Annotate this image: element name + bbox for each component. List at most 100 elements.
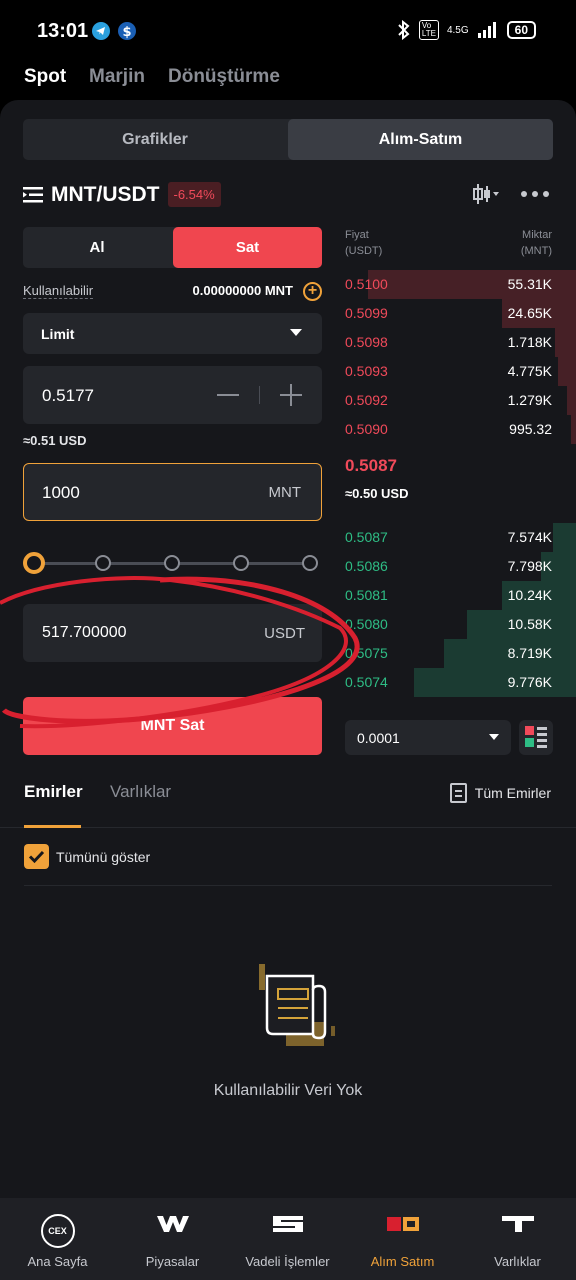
status-time: 13:01 (37, 20, 89, 42)
tab-charts[interactable]: Grafikler (23, 119, 287, 160)
bid-row[interactable]: 0.5087 7.574K (345, 523, 576, 552)
empty-document-icon (259, 964, 335, 1046)
show-all-row[interactable]: Tümünü göster (24, 844, 552, 886)
order-type-select[interactable]: Limit (23, 313, 322, 354)
bluetooth-icon (398, 20, 410, 40)
ask-depth-bar (566, 386, 576, 415)
tab-margin[interactable]: Marjin (89, 66, 145, 88)
ask-row[interactable]: 0.5100 55.31K (345, 270, 576, 299)
tab-orders-underline (24, 825, 81, 828)
status-bar: 13:01 $ Vo LTE 4.5G 60 (0, 0, 576, 60)
nav-trade-label: Alım Satım (370, 1254, 435, 1269)
nav-trade[interactable]: Alım Satım (345, 1198, 460, 1280)
plus-icon[interactable] (280, 384, 302, 406)
show-all-checkbox[interactable] (24, 844, 49, 869)
svg-text:$: $ (122, 25, 131, 40)
ask-price: 0.5092 (345, 392, 388, 408)
app-notification-icon: $ (118, 22, 136, 40)
ask-price: 0.5098 (345, 334, 388, 350)
ask-row[interactable]: 0.5098 1.718K (345, 328, 576, 357)
bid-price: 0.5087 (345, 529, 388, 545)
buy-tab[interactable]: Al (23, 227, 171, 268)
asks-list: 0.5100 55.31K 0.5099 24.65K 0.5098 1.718K 0.50… (345, 270, 576, 444)
ask-row[interactable]: 0.5099 24.65K (345, 299, 576, 328)
qty-column-unit: (MNT) (520, 245, 552, 257)
nav-futures[interactable]: Vadeli İşlemler (230, 1198, 345, 1280)
battery-icon: 60 (506, 21, 536, 39)
bid-quantity: 7.798K (507, 558, 552, 574)
chevron-down-icon (290, 329, 302, 336)
document-icon (449, 783, 467, 803)
bid-quantity: 7.574K (507, 529, 552, 545)
ask-quantity: 1.718K (507, 334, 552, 350)
nav-home[interactable]: CEX Ana Sayfa (0, 1198, 115, 1280)
ask-row[interactable]: 0.5093 4.775K (345, 357, 576, 386)
nav-markets-label: Piyasalar (145, 1254, 200, 1269)
chevron-down-icon (489, 734, 499, 740)
price-column-header: Fiyat (345, 229, 369, 241)
bid-quantity: 10.24K (507, 587, 552, 603)
nav-assets-label: Varlıklar (494, 1254, 541, 1269)
layout-toggle[interactable] (519, 720, 553, 755)
menu-icon[interactable] (23, 186, 43, 204)
orderbook-layout-icon (525, 726, 547, 748)
bid-quantity: 8.719K (507, 645, 552, 661)
candlestick-chart-icon[interactable] (472, 182, 500, 206)
ask-depth-bar (571, 415, 576, 444)
divider (259, 386, 260, 404)
price-usd-estimate: ≈0.51 USD (23, 433, 87, 448)
bid-quantity: 9.776K (507, 674, 552, 690)
top-navigation: Spot Marjin Dönüştürme (0, 60, 576, 102)
network-label: 4.5G (446, 24, 469, 36)
tab-assets[interactable]: Varlıklar (110, 782, 171, 802)
cex-icon: CEX (40, 1214, 75, 1248)
amount-unit: MNT (268, 484, 302, 501)
amount-input[interactable]: 1000 MNT (23, 463, 322, 521)
price-input[interactable]: 0.5177 (23, 366, 322, 424)
show-all-label: Tümünü göster (56, 849, 151, 865)
bid-depth-bar (552, 523, 576, 552)
price-value[interactable]: 0.5177 (42, 386, 94, 406)
tab-orders[interactable]: Emirler (24, 782, 83, 802)
ask-row[interactable]: 0.5092 1.279K (345, 386, 576, 415)
telegram-icon (92, 22, 110, 40)
available-label: Kullanılabilir (23, 283, 94, 299)
last-price-usd: ≈0.50 USD (345, 486, 409, 501)
pair-name[interactable]: MNT/USDT (51, 183, 160, 207)
orders-tabs: Emirler Varlıklar Tüm Emirler (0, 768, 576, 828)
ask-row[interactable]: 0.5090 995.32 (345, 415, 576, 444)
all-orders-label: Tüm Emirler (474, 785, 551, 801)
ask-quantity: 24.65K (507, 305, 552, 321)
tab-trade[interactable]: Alım-Satım (288, 119, 553, 160)
amount-value[interactable]: 1000 (42, 483, 80, 503)
ask-quantity: 995.32 (509, 421, 552, 437)
all-orders-link[interactable]: Tüm Emirler (449, 783, 551, 803)
ask-depth-bar (557, 357, 576, 386)
tab-spot[interactable]: Spot (24, 66, 66, 88)
ask-price: 0.5100 (345, 276, 388, 292)
last-price[interactable]: 0.5087 (345, 456, 397, 476)
nav-assets[interactable]: Varlıklar (460, 1198, 575, 1280)
pair-header[interactable]: MNT/USDT -6.54% (23, 182, 221, 207)
ask-price: 0.5090 (345, 421, 388, 437)
tab-convert[interactable]: Dönüştürme (168, 66, 280, 88)
ask-quantity: 1.279K (507, 392, 552, 408)
ask-price: 0.5099 (345, 305, 388, 321)
sell-tab[interactable]: Sat (173, 227, 322, 268)
assets-icon (501, 1216, 534, 1232)
volte-icon: Vo LTE (418, 20, 439, 40)
order-book: Fiyat (USDT) Miktar (MNT) 0.5100 55.31K 0.50… (345, 227, 576, 755)
bid-quantity: 10.58K (507, 616, 552, 632)
available-value: 0.00000000 MNT (192, 283, 293, 298)
nav-markets[interactable]: Piyasalar (115, 1198, 230, 1280)
minus-icon[interactable] (217, 394, 239, 396)
empty-state-text: Kullanılabilir Veri Yok (213, 1082, 363, 1099)
view-segment: Grafikler Alım-Satım (23, 119, 553, 160)
markets-icon (156, 1216, 189, 1232)
empty-state: Kullanılabilir Veri Yok (0, 940, 576, 1100)
ask-quantity: 55.31K (507, 276, 552, 292)
price-column-unit: (USDT) (345, 245, 383, 257)
add-funds-icon[interactable]: + (303, 282, 322, 301)
more-options-icon[interactable] (520, 190, 550, 198)
price-change-badge: -6.54% (167, 182, 221, 207)
